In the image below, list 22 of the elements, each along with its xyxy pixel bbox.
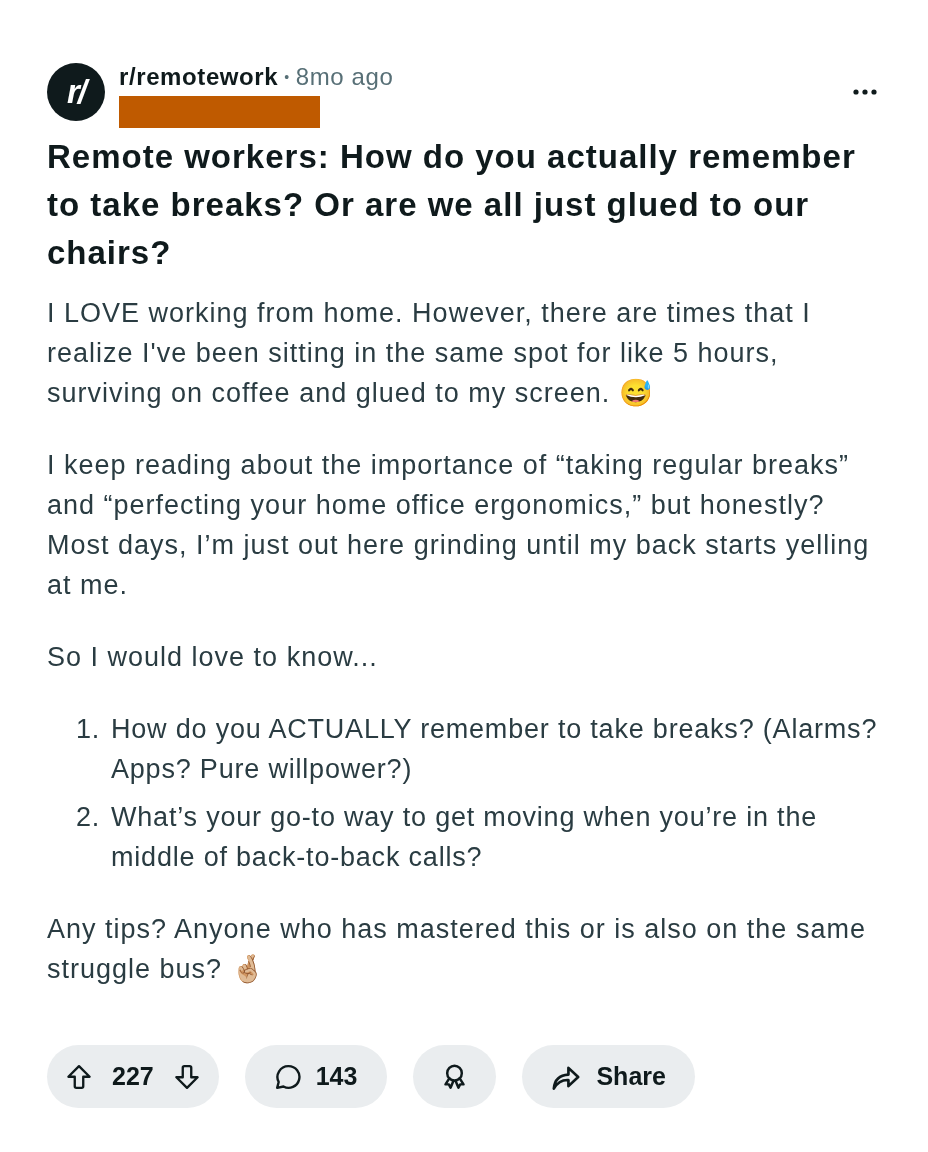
downvote-arrow-icon xyxy=(173,1063,200,1090)
post-title: Remote workers: How do you actually remember to take breaks? Or are we all just glued to our chairs? xyxy=(47,137,857,273)
speech-bubble-icon xyxy=(273,1063,302,1090)
list-number: 2. xyxy=(74,801,100,834)
body-paragraph: So I would love to know... xyxy=(47,641,379,674)
separator-dot: • xyxy=(284,69,290,85)
list-item-text: What’s your go-to way to get moving when you’re in the middle of back-to-back calls? xyxy=(111,801,819,874)
subreddit-link[interactable]: r/remotework xyxy=(119,63,279,90)
list-item-text: How do you ACTUALLY remember to take breaks? (Alarms? Apps? Pure willpower?) xyxy=(111,713,879,786)
share-button[interactable]: Share xyxy=(522,1045,695,1108)
body-paragraph: I LOVE working from home. However, there are times that I realize I've been sitting in the same spot for like 5 hours, surviving on coffee and glued to my screen. 😅 xyxy=(47,297,812,410)
list-number: 1. xyxy=(74,713,100,746)
upvote-button[interactable] xyxy=(66,1063,92,1090)
downvote-button[interactable] xyxy=(173,1063,200,1090)
comments-button[interactable]: 143 xyxy=(244,1045,388,1108)
community-avatar[interactable]: r/ xyxy=(47,63,105,121)
body-paragraph: Any tips? Anyone who has mastered this or is also on the same struggle bus? 🤞🏼 xyxy=(47,913,867,986)
vote-count: 227 xyxy=(112,1060,154,1092)
upvote-arrow-icon xyxy=(66,1063,92,1090)
post-time: 8mo ago xyxy=(295,63,394,90)
more-options-icon xyxy=(853,89,877,95)
body-paragraph: I keep reading about the importance of “taking regular breaks” and “perfecting your home office ergonomics,” but honestly? Most days, I’m just out here grinding until my back starts yelling at me. xyxy=(47,449,871,602)
